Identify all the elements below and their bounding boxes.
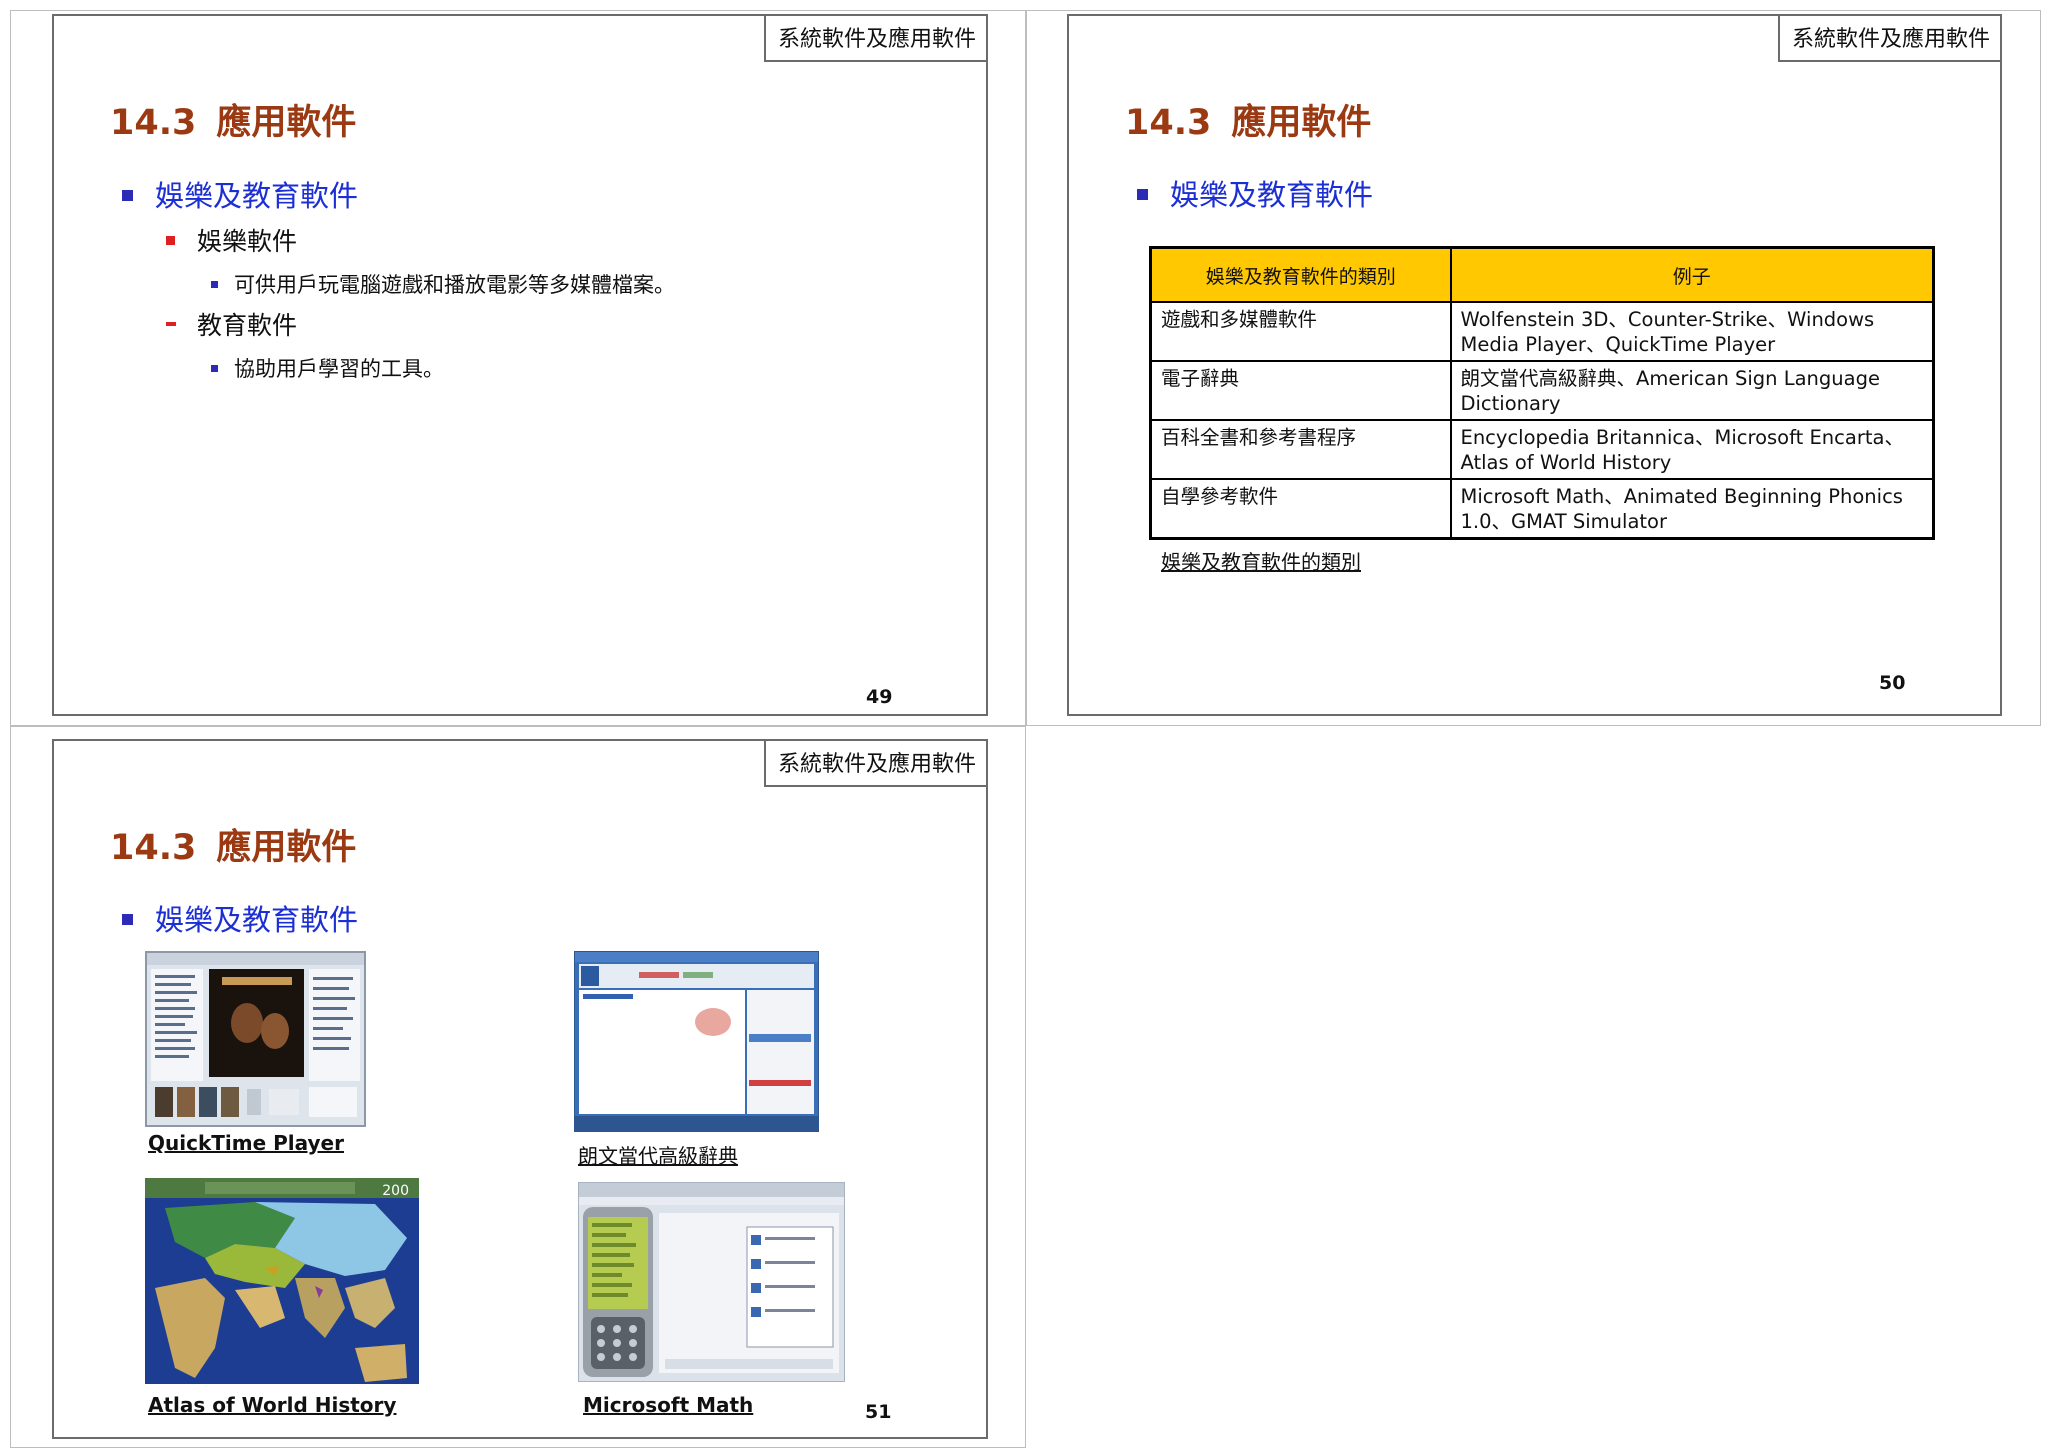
square-bullet-icon	[122, 913, 133, 925]
page-number: 49	[866, 686, 893, 708]
table-cell: 遊戲和多媒體軟件	[1149, 301, 1452, 362]
table-cell: 朗文當代高級辭典、American Sign Language Dictiona…	[1449, 360, 1935, 421]
table-cell: 自學參考軟件	[1149, 478, 1452, 540]
slide-50: 系統軟件及應用軟件 14.3 應用軟件 娛樂及教育軟件 娛樂及教育軟件的類別 例子…	[1067, 14, 2002, 716]
slide-cell-49: 系統軟件及應用軟件 14.3 應用軟件 娛樂及教育軟件 娛樂軟件 可供用戶玩電腦遊…	[10, 10, 1026, 726]
table-header-cell: 娛樂及教育軟件的類別	[1149, 246, 1452, 303]
square-bullet-icon	[211, 280, 218, 288]
category-table: 娛樂及教育軟件的類別 例子 遊戲和多媒體軟件 Wolfenstein 3D、Co…	[1149, 246, 1935, 540]
square-bullet-icon	[122, 189, 133, 201]
microsoft-math-screenshot	[578, 1182, 845, 1382]
slide-title: 14.3 應用軟件	[110, 94, 356, 145]
atlas-screenshot: 200	[145, 1178, 419, 1384]
section-number: 14.3	[110, 103, 197, 143]
square-bullet-icon	[211, 364, 218, 372]
section-title: 應用軟件	[216, 828, 357, 868]
atlas-map-graphic	[145, 1178, 419, 1384]
bullet-education-detail: 協助用戶學習的工具。	[211, 353, 444, 383]
table-cell: Encyclopedia Britannica、Microsoft Encart…	[1449, 419, 1935, 480]
atlas-counter: 200	[382, 1183, 409, 1199]
table-row: 自學參考軟件 Microsoft Math、Animated Beginning…	[1149, 478, 1935, 540]
bullet-level1: 娛樂及教育軟件	[1137, 172, 1373, 214]
microsoft-math-graphic	[579, 1183, 844, 1377]
table-cell: 百科全書和參考書程序	[1149, 419, 1452, 480]
bullet-entertainment-detail: 可供用戶玩電腦遊戲和播放電影等多媒體檔案。	[211, 269, 675, 299]
slide-49: 系統軟件及應用軟件 14.3 應用軟件 娛樂及教育軟件 娛樂軟件 可供用戶玩電腦遊…	[52, 14, 988, 716]
slide-header: 系統軟件及應用軟件	[1777, 16, 2000, 62]
atlas-caption: Atlas of World History	[148, 1393, 397, 1417]
table-row: 電子辭典 朗文當代高級辭典、American Sign Language Dic…	[1149, 360, 1935, 421]
slide-header: 系統軟件及應用軟件	[763, 16, 986, 62]
slide-cell-51: 系統軟件及應用軟件 14.3 應用軟件 娛樂及教育軟件 QuickTime Pl…	[10, 726, 1026, 1448]
square-bullet-icon	[166, 235, 175, 245]
longman-dictionary-screenshot	[574, 951, 819, 1132]
table-cell: Wolfenstein 3D、Counter-Strike、Windows Me…	[1449, 301, 1935, 362]
slide-header: 系統軟件及應用軟件	[763, 741, 986, 787]
slide-cell-50: 系統軟件及應用軟件 14.3 應用軟件 娛樂及教育軟件 娛樂及教育軟件的類別 例子…	[1026, 10, 2041, 726]
square-bullet-icon	[1137, 188, 1148, 200]
table-cell: 電子辭典	[1149, 360, 1452, 421]
table-row: 遊戲和多媒體軟件 Wolfenstein 3D、Counter-Strike、W…	[1149, 301, 1935, 362]
slide-51: 系統軟件及應用軟件 14.3 應用軟件 娛樂及教育軟件 QuickTime Pl…	[52, 739, 988, 1439]
quicktime-screenshot	[145, 951, 366, 1127]
bullet-education: 教育軟件	[166, 306, 297, 342]
microsoft-math-caption: Microsoft Math	[583, 1393, 754, 1417]
section-number: 14.3	[110, 828, 197, 868]
table-row: 百科全書和參考書程序 Encyclopedia Britannica、Micro…	[1149, 419, 1935, 480]
bullet-level1: 娛樂及教育軟件	[122, 173, 358, 215]
dash-bullet-icon	[166, 322, 176, 326]
bullet-level1: 娛樂及教育軟件	[122, 897, 358, 939]
quicktime-screenshot-graphic	[147, 953, 364, 1117]
section-title: 應用軟件	[216, 103, 357, 143]
section-number: 14.3	[1125, 103, 1212, 143]
table-header-row: 娛樂及教育軟件的類別 例子	[1149, 246, 1935, 303]
longman-screenshot-graphic	[575, 952, 818, 1131]
section-title: 應用軟件	[1231, 103, 1372, 143]
page-number: 50	[1879, 672, 1906, 694]
bullet-entertainment: 娛樂軟件	[166, 222, 297, 258]
longman-caption: 朗文當代高級辭典	[578, 1144, 738, 1168]
slide-title: 14.3 應用軟件	[110, 819, 356, 870]
quicktime-caption: QuickTime Player	[148, 1131, 344, 1155]
page-number: 51	[865, 1401, 892, 1423]
table-caption: 娛樂及教育軟件的類別	[1161, 550, 1361, 574]
table-header-cell: 例子	[1449, 246, 1935, 303]
table-cell: Microsoft Math、Animated Beginning Phonic…	[1449, 478, 1935, 540]
slide-title: 14.3 應用軟件	[1125, 94, 1371, 145]
